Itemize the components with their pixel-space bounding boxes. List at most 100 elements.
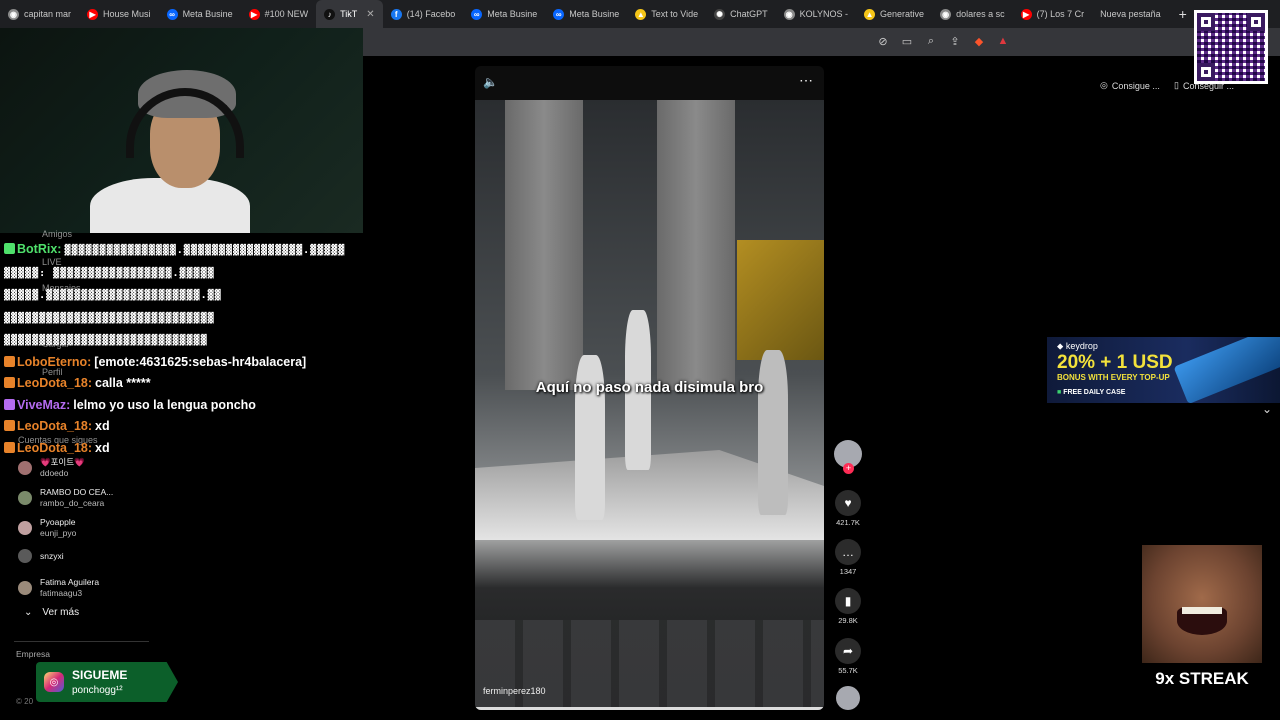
share-count: 55.7K [838,666,858,675]
browser-tab[interactable]: ◉ capitan mar [0,0,79,28]
share-icon[interactable]: ⇪ [949,34,961,48]
tab-favicon-icon: f [390,8,402,20]
chat-message: ▓▓▓▓▓.▓▓▓▓▓▓▓▓▓▓▓▓▓▓▓▓▓▓▓▓▓▓.▓▓ [4,284,359,307]
get-app-button[interactable]: ▯ Conseguir ... [1174,80,1234,91]
chat-username[interactable]: ViveMaz: [17,398,70,412]
following-item[interactable]: Pyoapple eunji_pyo [18,517,76,539]
ad-daily-label: FREE DAILY CASE [1063,389,1126,396]
creator-avatar-button[interactable]: + [832,440,864,474]
keydrop-ad[interactable]: ⬥ keydrop 20% + 1 USD BONUS WITH EVERY T… [1047,337,1280,403]
streak-widget: 9x STREAK [1142,545,1262,695]
sigueme-banner: ◎ SIGUEME ponchogg¹² [36,662,178,702]
tab-label: Generative [880,9,925,19]
keydrop-logo: ⬥ keydrop [1057,341,1098,351]
stream-chat: BotRix: ▓▓▓▓▓▓▓▓▓▓▓▓▓▓▓▓.▓▓▓▓▓▓▓▓▓▓▓▓▓▓▓▓… [4,239,359,459]
tab-favicon-icon: ▶ [1020,8,1032,20]
tab-label: Nueva pestaña [1100,9,1161,19]
browser-tab[interactable]: Nueva pestaña [1092,0,1169,28]
get-coins-label: Consigue ... [1111,80,1160,91]
ad-brand: keydrop [1065,341,1098,351]
chat-message: BotRix: ▓▓▓▓▓▓▓▓▓▓▓▓▓▓▓▓.▓▓▓▓▓▓▓▓▓▓▓▓▓▓▓▓… [4,239,359,262]
heart-icon: ♥ [835,490,861,516]
empresa-link[interactable]: Empresa [16,649,50,659]
browser-tab[interactable]: ▲ Generative [856,0,932,28]
coin-icon: ◎ [1100,80,1108,90]
browser-toolbar: ⊘ ▭ ⌕ ⇪ ◆ ▲ [363,28,1280,56]
get-app-label: Conseguir ... [1182,80,1234,91]
browser-tab[interactable]: ♪ TikT ✕ [316,0,383,28]
brave-shield-icon[interactable]: ◆ [973,34,985,48]
close-tab-icon[interactable]: ✕ [366,9,374,20]
save-button[interactable]: ▮ 29.8K [832,588,864,625]
browser-tab[interactable]: ✺ ChatGPT [706,0,776,28]
chat-text: lelmo yo uso la lengua poncho [73,397,256,412]
brave-rewards-icon[interactable]: ▲ [997,34,1009,48]
like-count: 421.7K [836,518,860,527]
tab-favicon-icon: ∞ [471,8,483,20]
chat-text: ▓▓▓▓▓▓▓▓▓▓▓▓▓▓▓▓▓▓▓▓▓▓▓▓▓▓▓▓▓▓ [4,312,215,324]
video-progress-bar[interactable] [475,707,824,710]
chat-badge-icon [4,377,15,388]
share-button[interactable]: ➦ 55.7K [832,638,864,675]
avatar [18,581,32,595]
volume-icon[interactable]: 🔈 [483,75,498,89]
following-item[interactable]: RAMBO DO CEA... rambo_do_ceara [18,487,113,509]
following-item[interactable]: Fatima Aguilera fatimaagu3 [18,577,99,599]
tab-favicon-icon: ♪ [324,8,336,20]
browser-tab[interactable]: ∞ Meta Busine [463,0,545,28]
chat-username[interactable]: LeoDota_18: [17,376,92,390]
tab-label: (7) Los 7 Cr [1036,9,1085,19]
browser-tab[interactable]: ▶ House Musi [79,0,159,28]
copyright: © 20 [16,697,34,706]
get-coins-button[interactable]: ◎ Consigue ... [1100,80,1160,91]
chat-username[interactable]: LeoDota_18: [17,419,92,433]
ver-mas-button[interactable]: ⌄ Ver más [24,607,79,618]
avatar: + [834,440,862,474]
browser-tab[interactable]: ▶ #100 NEW [241,0,317,28]
following-name: snzyxi [40,550,64,561]
browser-tab[interactable]: ▲ Text to Vide [627,0,706,28]
browser-tab[interactable]: ▶ (7) Los 7 Cr [1013,0,1093,28]
video-player[interactable]: 🔈 ⋯ Aquí no paso nada disimula bro fermi… [475,66,824,710]
following-item[interactable]: 💗포이트💗 ddoedo [18,457,85,479]
gift-icon: ■ [1057,389,1062,396]
tab-label: dolares a sc [956,9,1005,19]
chat-text: ▓▓▓▓▓▓▓▓▓▓▓▓▓▓▓▓▓▓▓▓▓▓▓▓▓▓▓▓▓ [4,335,208,346]
video-author[interactable]: ferminperez180 [483,686,546,696]
chat-message: ▓▓▓▓▓▓▓▓▓▓▓▓▓▓▓▓▓▓▓▓▓▓▓▓▓▓▓▓▓ [4,329,359,352]
chat-message: LeoDota_18: xd [4,438,359,460]
avatar [18,491,32,505]
browser-tab[interactable]: f (14) Facebo [383,0,464,28]
new-tab-button[interactable]: + [1169,6,1197,22]
tab-label: Meta Busine [182,9,233,19]
ver-mas-label: Ver más [42,607,80,618]
more-options-icon[interactable]: ⋯ [799,72,814,89]
chat-badge-icon [4,398,15,410]
like-button[interactable]: ♥ 421.7K [832,490,864,527]
comment-button[interactable]: … 1347 [832,539,864,576]
chat-message: LeoDota_18: calla ***** [4,373,359,395]
following-item[interactable]: snzyxi [18,549,64,563]
chat-username[interactable]: LoboEterno: [17,355,91,369]
chat-text: [emote:4631625:sebas-hr4balacera] [94,354,307,369]
sidebar-item-amigos[interactable]: Amigos [42,229,72,239]
video-caption: Aquí no paso nada disimula bro [535,379,764,396]
sound-avatar-button[interactable] [832,686,864,710]
chat-username[interactable]: BotRix: [17,242,61,256]
sigueme-title: SIGUEME [72,667,128,682]
ad-daily: ■ FREE DAILY CASE [1057,389,1125,396]
chat-username[interactable]: LeoDota_18: [17,441,92,455]
phone-icon: ▯ [1174,80,1179,90]
browser-tab[interactable]: ∞ Meta Busine [545,0,627,28]
avatar [18,549,32,563]
eye-off-icon[interactable]: ⊘ [877,34,889,48]
chevron-down-icon[interactable]: ⌄ [1262,402,1272,416]
chat-text: xd [95,419,110,433]
cast-icon[interactable]: ▭ [901,34,913,48]
browser-tab[interactable]: ◉ dolares a sc [932,0,1013,28]
tab-favicon-icon: ▶ [248,8,260,20]
zoom-icon[interactable]: ⌕ [925,34,937,48]
browser-tab[interactable]: ◉ KOLYNOS - [776,0,856,28]
follow-plus-icon[interactable]: + [843,463,854,474]
browser-tab[interactable]: ∞ Meta Busine [159,0,241,28]
